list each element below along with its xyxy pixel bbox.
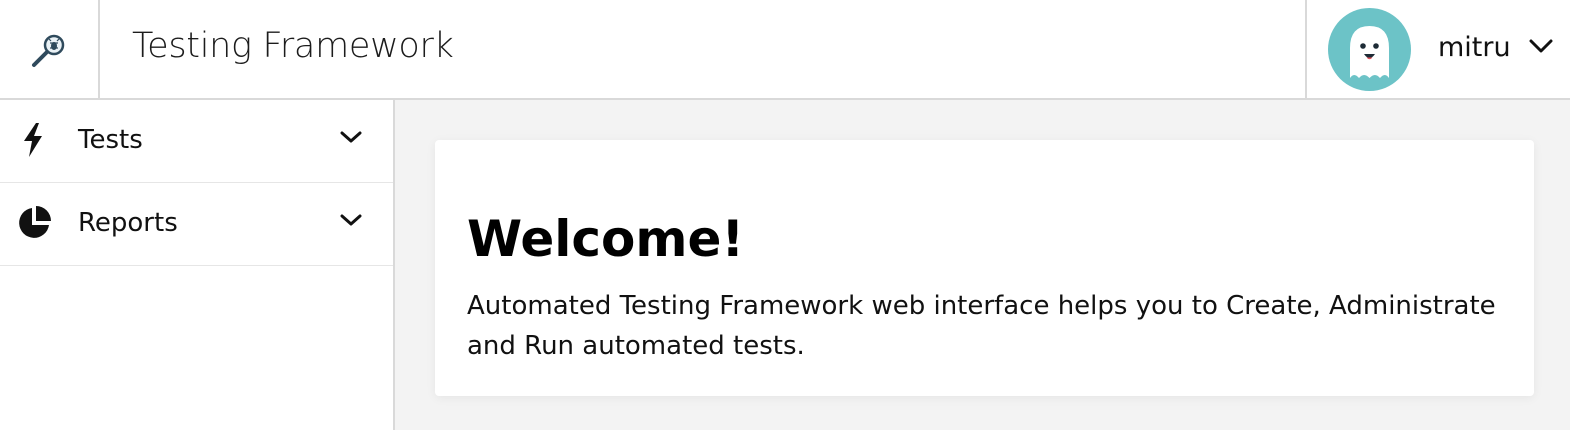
pie-chart-icon	[16, 205, 52, 241]
user-menu[interactable]: mitru	[1305, 0, 1570, 100]
chevron-down-icon[interactable]	[1529, 38, 1553, 54]
welcome-description: Automated Testing Framework web interfac…	[467, 291, 1496, 361]
main-content: Welcome! Automated Testing Framework web…	[395, 100, 1570, 430]
sidebar: Tests Reports	[0, 100, 395, 430]
magnifier-bug-icon	[32, 34, 65, 67]
ghost-avatar-icon	[1350, 26, 1389, 78]
welcome-card: Welcome! Automated Testing Framework web…	[435, 140, 1534, 396]
sidebar-item-label: Tests	[78, 125, 143, 155]
app-title: Testing Framework	[132, 26, 454, 66]
logo[interactable]	[0, 0, 100, 100]
chevron-down-icon[interactable]	[340, 213, 362, 227]
welcome-heading: Welcome!	[467, 210, 745, 268]
sidebar-item-label: Reports	[78, 208, 178, 238]
avatar[interactable]	[1328, 8, 1411, 91]
top-bar: Testing Framework mitru	[0, 0, 1570, 100]
chevron-down-icon[interactable]	[340, 130, 362, 144]
lightning-icon	[16, 122, 52, 158]
username[interactable]: mitru	[1438, 32, 1511, 63]
sidebar-item-reports[interactable]: Reports	[0, 183, 393, 266]
sidebar-item-tests[interactable]: Tests	[0, 100, 393, 183]
